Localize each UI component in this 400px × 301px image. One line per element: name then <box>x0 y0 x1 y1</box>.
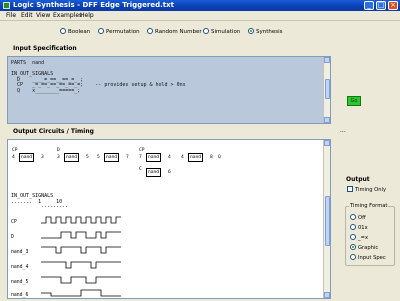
input-spec-editor[interactable]: PARTS nand IN_OUT_SIGNALS D ____=_==__==… <box>7 56 331 124</box>
radio-icon <box>60 28 66 34</box>
menu-examples[interactable]: Examples <box>53 12 82 19</box>
scroll-up-icon[interactable] <box>324 57 330 63</box>
nand-box: nand <box>64 153 80 162</box>
output-options-label: Output <box>346 176 370 183</box>
waveform-nand-5 <box>41 276 121 284</box>
app-icon <box>3 2 10 9</box>
waveform-nand-6 <box>41 289 121 297</box>
menu-edit[interactable]: Edit <box>21 12 33 19</box>
menu-help[interactable]: Help <box>80 12 94 19</box>
input-spec-text[interactable]: PARTS nand IN_OUT_SIGNALS D ____=_==__==… <box>11 60 186 95</box>
mode-synthesis[interactable]: Synthesis <box>248 28 283 35</box>
minimize-button[interactable]: _ <box>364 1 374 10</box>
menu-view[interactable]: View <box>36 12 50 19</box>
maximize-button[interactable]: □ <box>376 1 386 10</box>
signal-name-nand-4: nand_4 <box>11 265 29 270</box>
radio-icon <box>147 28 153 34</box>
waveform-d <box>41 231 121 239</box>
timing-format-group: Timing Format Off 01x _=x Graphic Input … <box>345 203 395 266</box>
output-scrollbar[interactable] <box>323 140 330 298</box>
signal-name-cp: CP <box>11 220 17 225</box>
q-label: Q <box>218 155 221 160</box>
scroll-up-icon[interactable] <box>324 140 330 146</box>
mode-simulation[interactable]: Simulation <box>203 28 240 35</box>
more-dots[interactable]: ... <box>340 127 346 134</box>
output-circuits-label: Output Circuits / Timing <box>13 128 94 135</box>
format-graphic[interactable]: Graphic <box>350 244 378 251</box>
timing-format-legend: Timing Format <box>349 203 389 209</box>
nand-box: nand <box>19 153 35 162</box>
title-bar: Logic Synthesis - DFF Edge Triggered.txt… <box>0 0 400 11</box>
radio-icon <box>350 234 356 240</box>
mode-permutation[interactable]: Permutation <box>98 28 140 35</box>
nand-box: nand <box>146 168 162 177</box>
format-off[interactable]: Off <box>350 214 366 221</box>
radio-icon <box>350 254 356 260</box>
nand-box: nand <box>104 153 120 162</box>
format-01x[interactable]: 01x <box>350 224 368 231</box>
signal-name-d: D <box>11 235 14 240</box>
mode-random-number[interactable]: Random Number <box>147 28 202 35</box>
window-title: Logic Synthesis - DFF Edge Triggered.txt <box>13 1 174 9</box>
close-button[interactable]: × <box>388 1 398 10</box>
signal-name-nand-3: nand_3 <box>11 250 29 255</box>
nand-box: nand <box>188 153 204 162</box>
radio-icon <box>350 214 356 220</box>
waveform-cp <box>41 216 121 224</box>
radio-selected-icon <box>248 28 254 34</box>
format-underscore-equal-x[interactable]: _=x <box>350 234 368 241</box>
signal-name-nand-6: nand_6 <box>11 293 29 298</box>
mode-boolean[interactable]: Boolean <box>60 28 90 35</box>
waveform-nand-4 <box>41 261 121 269</box>
radio-selected-icon <box>350 244 356 250</box>
timing-only-checkbox[interactable]: Timing Only <box>347 186 386 193</box>
nand-box: nand <box>146 153 162 162</box>
scroll-down-icon[interactable] <box>324 292 330 298</box>
checkbox-icon <box>347 186 353 192</box>
radio-icon <box>98 28 104 34</box>
input-spec-label: Input Specification <box>13 45 77 52</box>
radio-icon <box>350 224 356 230</box>
go-button[interactable]: Go <box>347 96 361 106</box>
scroll-thumb[interactable] <box>325 79 330 99</box>
menu-bar: File Edit View Examples Help <box>0 11 400 21</box>
timing-ruler: ....... 1 10 ......... <box>11 199 69 209</box>
radio-icon <box>203 28 209 34</box>
menu-file[interactable]: File <box>6 12 16 19</box>
format-input-spec[interactable]: Input Spec <box>350 254 386 261</box>
scroll-down-icon[interactable] <box>324 117 330 123</box>
signal-name-nand-5: nand_5 <box>11 280 29 285</box>
scroll-thumb[interactable] <box>325 196 330 246</box>
input-scrollbar[interactable] <box>323 57 330 123</box>
output-panel: CP 4 nand 3 D 3 nand 5 5 nand 7 CP 7 nan… <box>7 139 331 299</box>
waveform-nand-3 <box>41 246 121 254</box>
c-label: C <box>139 167 142 172</box>
